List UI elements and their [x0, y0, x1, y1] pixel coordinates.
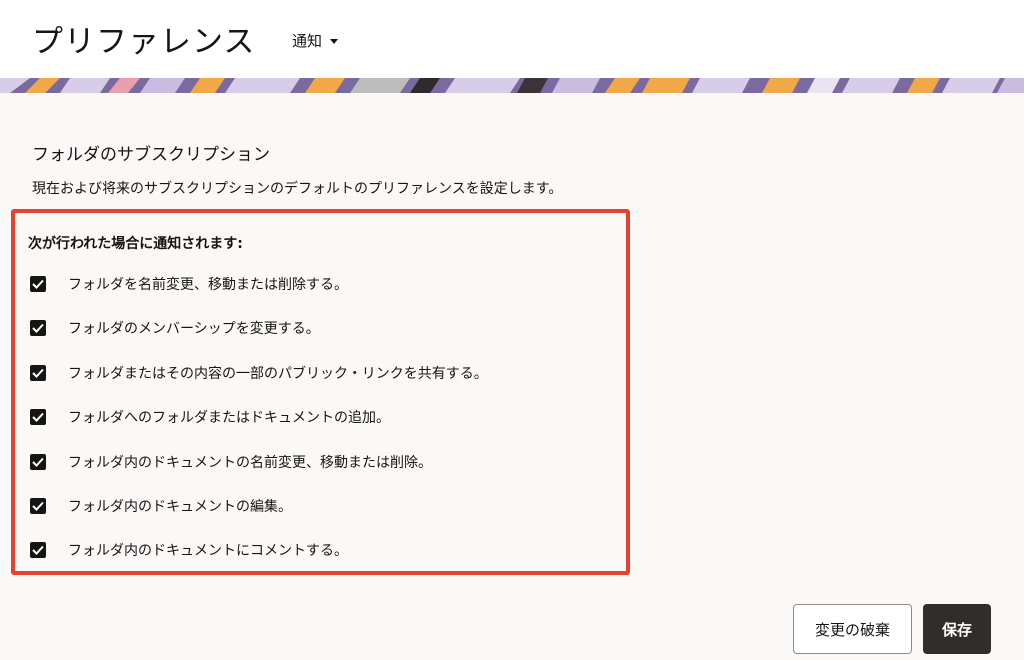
option-add-to-folder[interactable]: フォルダへのフォルダまたはドキュメントの追加。 [30, 407, 390, 427]
option-label: フォルダ内のドキュメントの名前変更、移動または削除。 [68, 455, 432, 471]
checkbox-checked-icon[interactable] [30, 498, 46, 514]
option-label: フォルダのメンバーシップを変更する。 [68, 321, 320, 337]
checkbox-checked-icon[interactable] [30, 365, 46, 381]
option-rename-document[interactable]: フォルダ内のドキュメントの名前変更、移動または削除。 [30, 452, 432, 472]
option-edit-document[interactable]: フォルダ内のドキュメントの編集。 [30, 496, 292, 516]
checkbox-checked-icon[interactable] [30, 320, 46, 336]
main-content: フォルダのサブスクリプション 現在および将来のサブスクリプションのデフォルトのプ… [0, 93, 1024, 660]
option-label: フォルダ内のドキュメントの編集。 [68, 499, 292, 515]
section-title: フォルダのサブスクリプション [32, 145, 270, 165]
header-bar: プリファレンス 通知 [0, 0, 1024, 78]
checkbox-checked-icon[interactable] [30, 409, 46, 425]
checkbox-checked-icon[interactable] [30, 454, 46, 470]
option-comment-document[interactable]: フォルダ内のドキュメントにコメントする。 [30, 540, 348, 560]
option-label: フォルダへのフォルダまたはドキュメントの追加。 [68, 410, 390, 426]
checkbox-checked-icon[interactable] [30, 276, 46, 292]
section-description: 現在および将来のサブスクリプションのデフォルトのプリファレンスを設定します。 [32, 181, 563, 197]
discard-changes-button[interactable]: 変更の破棄 [793, 604, 912, 654]
save-button[interactable]: 保存 [923, 604, 991, 654]
decorative-banner [0, 78, 1024, 93]
notifications-menu[interactable]: 通知 [292, 30, 339, 51]
option-label: フォルダを名前変更、移動または削除する。 [68, 277, 348, 293]
option-share-public-link[interactable]: フォルダまたはその内容の一部のパブリック・リンクを共有する。 [30, 363, 488, 383]
checkbox-checked-icon[interactable] [30, 542, 46, 558]
chevron-down-icon [330, 39, 339, 44]
option-label: フォルダまたはその内容の一部のパブリック・リンクを共有する。 [68, 366, 488, 382]
option-label: フォルダ内のドキュメントにコメントする。 [68, 543, 348, 559]
option-change-membership[interactable]: フォルダのメンバーシップを変更する。 [30, 318, 320, 338]
notification-group-label: 次が行われた場合に通知されます: [28, 236, 243, 252]
notification-options-highlight [11, 209, 630, 575]
page-title: プリファレンス [32, 24, 256, 60]
option-rename-folder[interactable]: フォルダを名前変更、移動または削除する。 [30, 274, 348, 294]
notifications-menu-label: 通知 [292, 32, 323, 50]
